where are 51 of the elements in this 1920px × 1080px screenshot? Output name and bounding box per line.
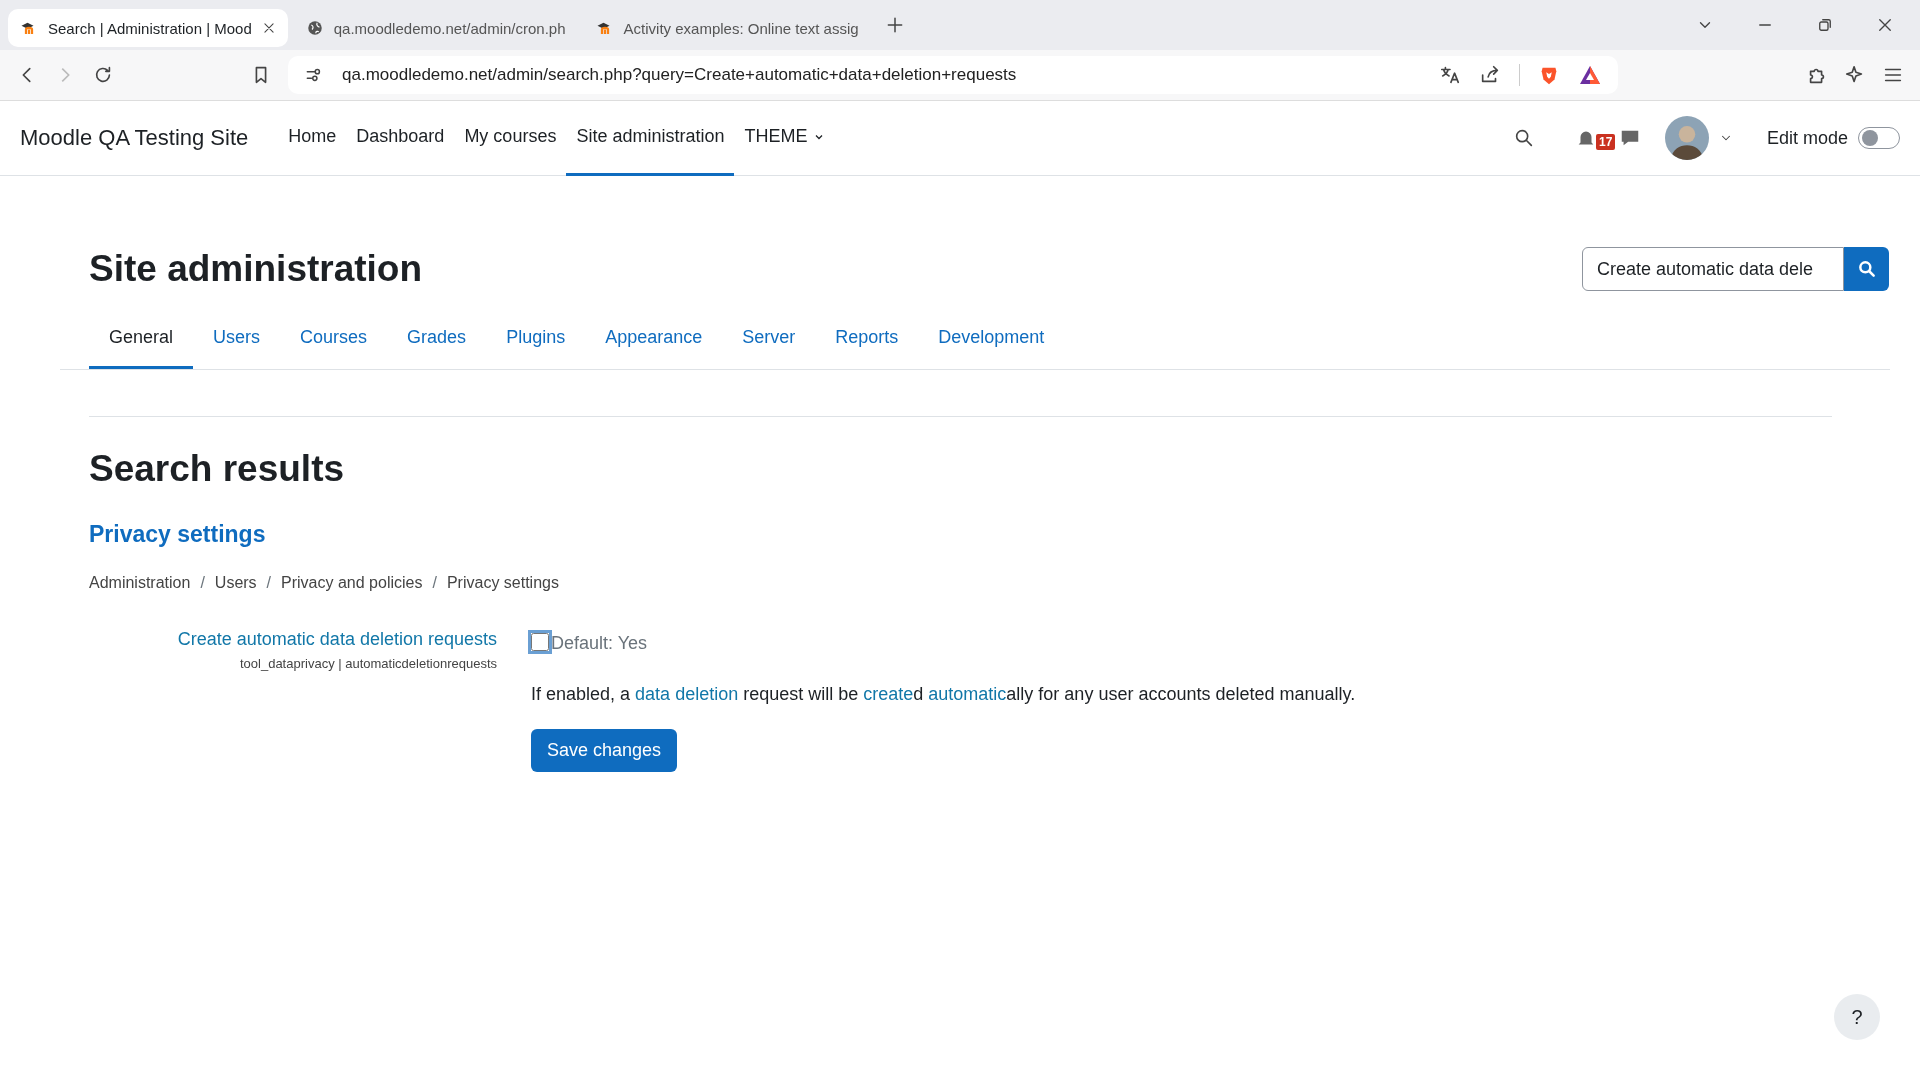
search-field[interactable]: Create automatic data dele (1582, 247, 1844, 291)
breadcrumb-link[interactable]: Users (214, 574, 257, 592)
admin-tab[interactable]: Plugins (486, 313, 586, 369)
close-icon[interactable] (1876, 16, 1894, 34)
tab-title: qa.moodledemo.net/admin/cron.ph (333, 19, 566, 37)
browser-tab[interactable]: Search | Administration | Mood (8, 9, 288, 47)
help-button[interactable]: ? (1834, 994, 1880, 1040)
tab-title: Search | Administration | Mood (48, 19, 252, 37)
translate-icon[interactable] (1439, 64, 1461, 86)
section-link[interactable]: Privacy settings (89, 521, 1832, 548)
breadcrumb-separator: / (266, 574, 272, 592)
nav-link[interactable]: THEME (734, 100, 836, 176)
tab-title: Activity examples: Online text assig (623, 19, 859, 37)
admin-tab[interactable]: General (89, 313, 194, 369)
site-name[interactable]: Moodle QA Testing Site (20, 125, 249, 151)
breadcrumb-separator: / (432, 574, 437, 592)
checkbox[interactable] (531, 632, 549, 651)
save-button[interactable]: Save changes (531, 729, 678, 772)
browser-tab[interactable]: Activity examples: Online text assig (583, 9, 871, 47)
setting-label[interactable]: Create automatic data deletion requests (177, 629, 497, 650)
breadcrumb-link[interactable]: Privacy settings (446, 574, 559, 592)
edit-mode-label: Edit mode (1766, 127, 1848, 149)
setting-description: If enabled, a data deletion request will be created automatically for any user accounts deleted manually. (531, 684, 1356, 705)
close-icon[interactable] (261, 21, 276, 35)
restore-icon[interactable] (1816, 16, 1834, 34)
nav-link[interactable]: My courses (454, 100, 567, 176)
nav-link[interactable]: Dashboard (346, 100, 455, 176)
url-text: qa.moodledemo.net/admin/search.php?query=Create+automatic+data+deletion+requests (342, 65, 1017, 85)
nav-link[interactable]: Site administration (566, 100, 735, 176)
admin-tab[interactable]: Server (722, 313, 816, 369)
default-value: Default: Yes (551, 633, 648, 654)
admin-tab[interactable]: Appearance (585, 313, 723, 369)
search-button[interactable] (1844, 247, 1889, 291)
notification-count: 17 (1595, 134, 1616, 150)
search-icon (1856, 259, 1877, 279)
admin-tab[interactable]: Users (193, 313, 281, 369)
page-title: Site administration (89, 248, 423, 290)
results-heading: Search results (89, 448, 346, 490)
admin-tab[interactable]: Development (918, 313, 1065, 369)
globe-icon (305, 19, 324, 37)
browser-tab[interactable]: qa.moodledemo.net/admin/cron.ph (293, 9, 578, 47)
admin-tab[interactable]: Grades (387, 313, 487, 369)
breadcrumb-link[interactable]: Privacy and policies (281, 574, 423, 592)
admin-tab[interactable]: Courses (280, 313, 388, 369)
address-bar[interactable]: qa.moodledemo.net/admin/search.php?query=Create+automatic+data+deletion+requests (288, 56, 1618, 94)
user-avatar[interactable] (1664, 116, 1709, 160)
nav-link[interactable]: Home (278, 100, 347, 176)
setting-id: tool_dataprivacy | automaticdeletionrequests (239, 656, 497, 671)
breadcrumb-link[interactable]: Administration (89, 574, 191, 592)
breadcrumb-separator: / (200, 574, 205, 592)
admin-tab[interactable]: Reports (815, 313, 919, 369)
